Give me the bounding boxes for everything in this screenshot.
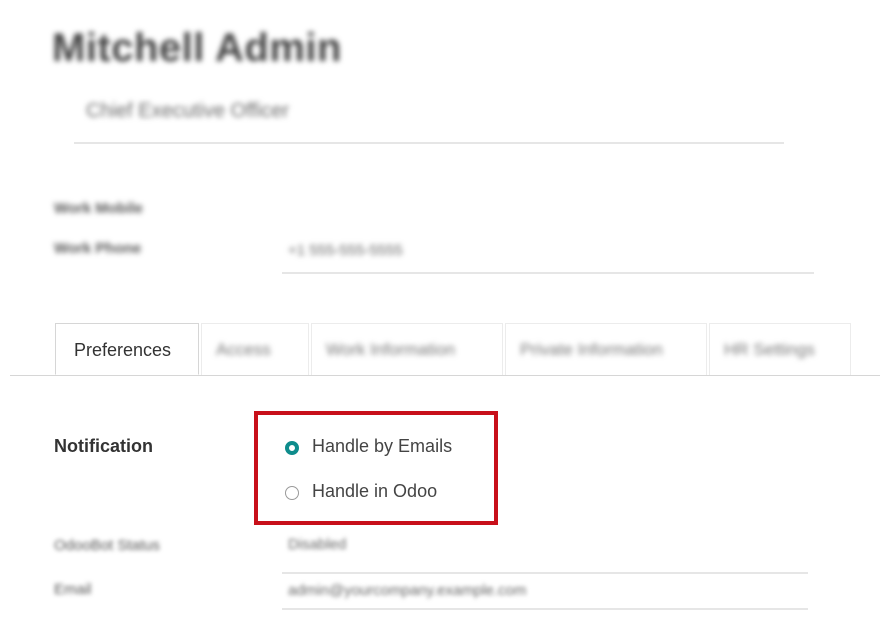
odoobot-status-value: Disabled: [288, 536, 347, 553]
work-mobile-label: Work Mobile: [54, 200, 143, 217]
tab-preferences-label: Preferences: [74, 340, 172, 360]
work-phone-field[interactable]: +1 555-555-5555: [282, 230, 814, 274]
tab-work-information[interactable]: Work Information: [311, 323, 503, 375]
employee-name: Mitchell Admin: [52, 26, 342, 70]
tab-private-information-label: Private Information: [520, 340, 663, 359]
odoobot-status-field[interactable]: Disabled: [282, 530, 808, 574]
work-phone-label: Work Phone: [54, 240, 142, 257]
job-title-text: Chief Executive Officer: [86, 100, 290, 122]
tab-work-information-label: Work Information: [326, 340, 456, 359]
job-title-field[interactable]: Chief Executive Officer: [74, 96, 784, 144]
tab-hr-settings[interactable]: HR Settings: [709, 323, 851, 375]
radio-handle-by-emails[interactable]: [285, 441, 299, 455]
email-label: Email: [54, 581, 92, 598]
notification-highlight-box: [254, 411, 498, 525]
work-phone-value: +1 555-555-5555: [288, 242, 403, 259]
radio-handle-in-odoo-label[interactable]: Handle in Odoo: [312, 481, 437, 502]
tab-access-label: Access: [216, 340, 271, 359]
tab-private-information[interactable]: Private Information: [505, 323, 707, 375]
tab-hr-settings-label: HR Settings: [724, 340, 815, 359]
email-value: admin@yourcompany.example.com: [288, 582, 527, 599]
tabs-baseline: [10, 375, 880, 376]
email-field[interactable]: admin@yourcompany.example.com: [282, 576, 808, 610]
radio-handle-in-odoo[interactable]: [285, 486, 299, 500]
notification-label: Notification: [54, 436, 153, 456]
odoobot-status-label: OdooBot Status: [54, 537, 160, 554]
tab-preferences[interactable]: Preferences: [55, 323, 199, 375]
radio-handle-by-emails-label[interactable]: Handle by Emails: [312, 436, 452, 457]
tab-access[interactable]: Access: [201, 323, 309, 375]
